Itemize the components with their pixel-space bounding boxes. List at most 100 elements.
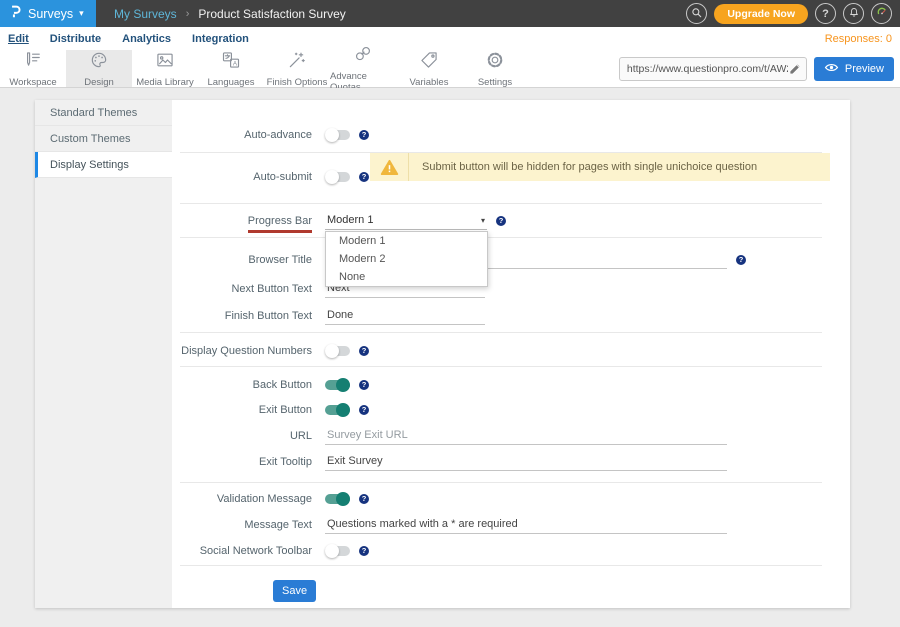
help-icon[interactable]: ? <box>359 546 369 556</box>
auto-advance-label: Auto-advance <box>172 129 312 141</box>
help-icon[interactable]: ? <box>736 255 746 265</box>
help-icon[interactable]: ? <box>359 405 369 415</box>
exit-url-input[interactable] <box>325 427 727 445</box>
auto-submit-toggle[interactable] <box>325 172 350 182</box>
divider <box>180 203 822 204</box>
dropdown-option-modern-2[interactable]: Modern 2 <box>326 250 487 268</box>
preview-button[interactable]: Preview <box>814 57 894 81</box>
search-button[interactable] <box>686 3 707 24</box>
help-icon[interactable]: ? <box>496 216 506 226</box>
svg-text:A: A <box>233 60 238 67</box>
exit-button-row: Exit Button ? <box>172 400 369 420</box>
social-network-toolbar-toggle[interactable] <box>325 546 350 556</box>
save-button[interactable]: Save <box>273 580 316 602</box>
tool-label: Variables <box>410 77 449 88</box>
back-button-label: Back Button <box>172 379 312 391</box>
translate-icon: A <box>221 50 241 75</box>
tag-icon <box>419 50 439 75</box>
bell-icon <box>848 6 860 22</box>
auto-submit-label: Auto-submit <box>172 171 312 183</box>
tool-settings[interactable]: Settings <box>462 50 528 87</box>
validation-message-toggle[interactable] <box>325 494 350 504</box>
progress-bar-row: Progress Bar Modern 1 ▾ ? <box>172 211 506 231</box>
help-icon[interactable]: ? <box>359 172 369 182</box>
search-icon <box>690 6 703 22</box>
breadcrumb-my-surveys[interactable]: My Surveys <box>114 7 177 21</box>
workspace-icon <box>23 50 43 75</box>
tool-label: Workspace <box>9 77 56 88</box>
finish-button-text-row: Finish Button Text <box>172 306 485 326</box>
tool-languages[interactable]: A Languages <box>198 50 264 87</box>
notifications-button[interactable] <box>843 3 864 24</box>
validation-message-label: Validation Message <box>172 493 312 505</box>
auto-submit-row: Auto-submit ? Submit button <box>172 167 369 187</box>
themes-sidebar: Standard Themes Custom Themes Display Se… <box>35 100 172 608</box>
questionpro-logo-icon <box>8 3 23 24</box>
tool-variables[interactable]: Variables <box>396 50 462 87</box>
breadcrumb: My Surveys › Product Satisfaction Survey <box>114 0 346 27</box>
help-button[interactable]: ? <box>815 3 836 24</box>
exit-tooltip-input[interactable] <box>325 453 727 471</box>
sidebar-item-custom-themes[interactable]: Custom Themes <box>35 126 172 152</box>
message-text-input[interactable] <box>325 516 727 534</box>
validation-message-row: Validation Message ? <box>172 489 369 509</box>
upgrade-now-button[interactable]: Upgrade Now <box>714 4 808 24</box>
breadcrumb-separator: › <box>186 8 190 20</box>
help-icon[interactable]: ? <box>359 346 369 356</box>
pencil-icon[interactable] <box>788 63 801 76</box>
tool-label: Settings <box>478 77 512 88</box>
browser-title-label: Browser Title <box>172 254 312 266</box>
account-avatar-button[interactable] <box>871 3 892 24</box>
divider <box>180 332 822 333</box>
auto-advance-toggle[interactable] <box>325 130 350 140</box>
display-question-numbers-toggle[interactable] <box>325 346 350 356</box>
tool-label: Languages <box>207 77 254 88</box>
exit-url-row: URL <box>172 426 727 446</box>
dropdown-option-none[interactable]: None <box>326 268 487 286</box>
app-window: Surveys ▾ My Surveys › Product Satisfact… <box>0 0 900 627</box>
exit-button-toggle[interactable] <box>325 405 350 415</box>
survey-url-input[interactable] <box>627 63 788 75</box>
help-icon[interactable]: ? <box>359 130 369 140</box>
warning-triangle-icon <box>380 159 399 176</box>
tool-workspace[interactable]: Workspace <box>0 50 66 87</box>
tool-advance-quotas[interactable]: Advance Quotas <box>330 50 396 87</box>
tool-design[interactable]: Design <box>66 50 132 87</box>
sidebar-item-display-settings[interactable]: Display Settings <box>35 152 172 178</box>
gear-icon <box>485 50 505 75</box>
design-toolbar: Workspace Design Media Library <box>0 50 900 88</box>
social-network-toolbar-row: Social Network Toolbar ? <box>172 541 369 561</box>
back-button-toggle[interactable] <box>325 380 350 390</box>
back-button-row: Back Button ? <box>172 375 369 395</box>
preview-label: Preview <box>845 63 884 75</box>
gauge-avatar-icon <box>875 5 889 22</box>
progress-bar-value: Modern 1 <box>327 214 373 226</box>
topbar-actions: Upgrade Now ? <box>686 0 900 27</box>
help-icon[interactable]: ? <box>359 494 369 504</box>
nav-edit[interactable]: Edit <box>8 33 29 45</box>
chevron-down-icon: ▾ <box>481 216 485 225</box>
auto-advance-row: Auto-advance ? <box>172 125 369 145</box>
progress-bar-select[interactable]: Modern 1 ▾ <box>325 212 487 230</box>
divider <box>180 366 822 367</box>
next-button-text-label: Next Button Text <box>172 283 312 295</box>
tool-media-library[interactable]: Media Library <box>132 50 198 87</box>
message-text-label: Message Text <box>172 519 312 531</box>
progress-bar-label: Progress Bar <box>172 215 312 227</box>
auto-submit-warning: Submit button will be hidden for pages w… <box>370 153 830 181</box>
image-icon <box>155 50 175 75</box>
nav-integration[interactable]: Integration <box>192 33 249 45</box>
brand-surveys-menu[interactable]: Surveys ▾ <box>0 0 96 27</box>
tool-label: Finish Options <box>267 77 328 88</box>
nav-distribute[interactable]: Distribute <box>50 33 101 45</box>
help-icon[interactable]: ? <box>359 380 369 390</box>
finish-button-text-input[interactable] <box>325 307 485 325</box>
palette-icon <box>89 50 109 75</box>
nav-analytics[interactable]: Analytics <box>122 33 171 45</box>
dropdown-option-modern-1[interactable]: Modern 1 <box>326 232 487 250</box>
sidebar-item-standard-themes[interactable]: Standard Themes <box>35 100 172 126</box>
tool-finish-options[interactable]: Finish Options <box>264 50 330 87</box>
message-text-row: Message Text <box>172 515 727 535</box>
eye-icon <box>824 62 839 76</box>
exit-url-label: URL <box>172 430 312 442</box>
